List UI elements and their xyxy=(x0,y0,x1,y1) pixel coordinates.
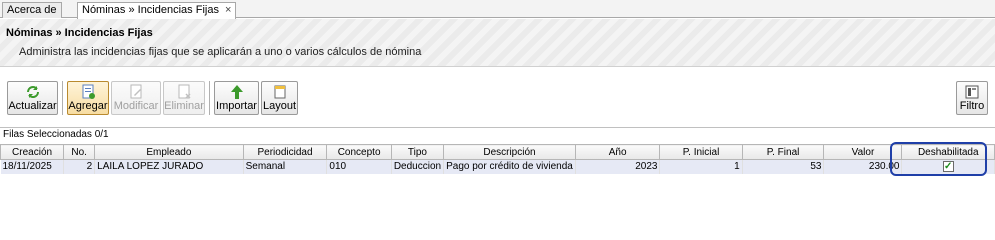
toolbar: Actualizar Agregar Modificar Eliminar Im… xyxy=(0,67,995,127)
import-arrow-icon xyxy=(215,84,258,100)
close-icon[interactable]: × xyxy=(225,4,231,16)
selection-count: Filas Seleccionadas 0/1 xyxy=(3,129,109,140)
column-header-concepto[interactable]: Concepto xyxy=(326,144,392,160)
tab-label: Nóminas » Incidencias Fijas xyxy=(82,4,219,16)
eliminar-button[interactable]: Eliminar xyxy=(163,81,205,115)
column-header-anio[interactable]: Año xyxy=(574,144,661,160)
cell-p-inicial[interactable]: 1 xyxy=(659,159,743,174)
toolbar-separator xyxy=(62,81,63,115)
filtro-button[interactable]: Filtro xyxy=(956,81,988,115)
tab-bar: Acerca de Nóminas » Incidencias Fijas × xyxy=(0,0,995,19)
column-header-p-final[interactable]: P. Final xyxy=(741,144,825,160)
page-title: Nóminas » Incidencias Fijas xyxy=(6,27,153,39)
tab-acerca-de[interactable]: Acerca de xyxy=(2,2,62,18)
tab-incidencias-fijas[interactable]: Nóminas » Incidencias Fijas × xyxy=(77,2,237,19)
cell-concepto[interactable]: 010 xyxy=(326,159,392,174)
cell-no[interactable]: 2 xyxy=(63,159,96,174)
delete-document-icon xyxy=(164,84,204,100)
cell-descripcion[interactable]: Pago por crédito de vivienda xyxy=(443,159,576,174)
filter-icon xyxy=(957,84,987,100)
cell-tipo[interactable]: Deduccion xyxy=(391,159,445,174)
importar-button[interactable]: Importar xyxy=(214,81,259,115)
modificar-label: Modificar xyxy=(113,100,159,112)
actualizar-button[interactable]: Actualizar xyxy=(7,81,58,115)
column-header-periodicidad[interactable]: Periodicidad xyxy=(242,144,328,160)
layout-label: Layout xyxy=(262,100,297,112)
layout-button[interactable]: Layout xyxy=(261,81,298,115)
page-subtitle: Administra las incidencias fijas que se … xyxy=(19,46,422,58)
eliminar-label: Eliminar xyxy=(164,100,204,112)
add-document-icon xyxy=(68,84,108,100)
column-header-tipo[interactable]: Tipo xyxy=(390,144,445,160)
table-header-row: Creación No. Empleado Periodicidad Conce… xyxy=(0,144,995,160)
edit-document-icon xyxy=(112,84,160,100)
cell-periodicidad[interactable]: Semanal xyxy=(243,159,328,174)
refresh-icon xyxy=(8,84,57,100)
modificar-button[interactable]: Modificar xyxy=(111,81,161,115)
actualizar-label: Actualizar xyxy=(8,100,57,112)
column-header-empleado[interactable]: Empleado xyxy=(94,144,244,160)
agregar-button[interactable]: Agregar xyxy=(67,81,109,115)
importar-label: Importar xyxy=(216,100,257,112)
table-row[interactable]: 18/11/2025 2 LAILA LOPEZ JURADO Semanal … xyxy=(0,159,995,174)
filtro-label: Filtro xyxy=(959,100,985,112)
tab-label: Acerca de xyxy=(7,4,57,16)
data-grid: Filas Seleccionadas 0/1 Creación No. Emp… xyxy=(0,127,995,203)
deshabilitada-highlight-box xyxy=(890,142,987,176)
column-header-descripcion[interactable]: Descripción xyxy=(443,144,576,160)
agregar-label: Agregar xyxy=(68,100,108,112)
cell-anio[interactable]: 2023 xyxy=(575,159,661,174)
cell-empleado[interactable]: LAILA LOPEZ JURADO xyxy=(94,159,244,174)
toolbar-separator xyxy=(209,81,210,115)
incidencias-table: Creación No. Empleado Periodicidad Conce… xyxy=(0,144,995,174)
cell-creacion[interactable]: 18/11/2025 xyxy=(0,159,65,174)
page-header: Nóminas » Incidencias Fijas Administra l… xyxy=(0,19,995,67)
cell-p-final[interactable]: 53 xyxy=(742,159,825,174)
layout-icon xyxy=(262,84,297,100)
column-header-p-inicial[interactable]: P. Inicial xyxy=(659,144,743,160)
column-header-creacion[interactable]: Creación xyxy=(0,144,65,160)
column-header-no[interactable]: No. xyxy=(63,144,96,160)
